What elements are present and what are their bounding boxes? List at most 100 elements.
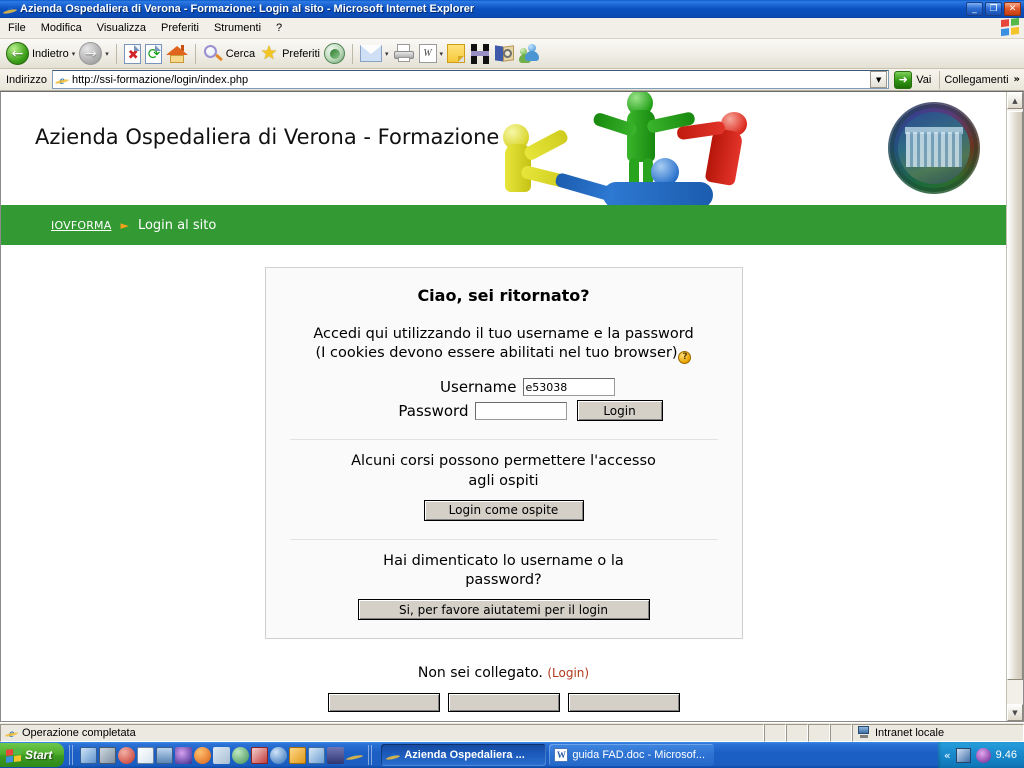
ql-clock-icon[interactable] (289, 746, 307, 764)
print-button[interactable] (391, 41, 417, 67)
task-button-browser[interactable]: e Azienda Ospedaliera ... (381, 744, 547, 766)
links-chevron-icon[interactable]: » (1014, 74, 1020, 85)
footer-button-1[interactable] (327, 693, 440, 713)
ql-shield-icon[interactable] (327, 746, 345, 764)
ql-internet-explorer-icon[interactable]: e (346, 747, 363, 764)
breadcrumb-home-link[interactable]: IOVFORMA (51, 219, 111, 232)
edit-dropdown-caret[interactable]: ▾ (440, 50, 444, 58)
menu-help[interactable]: ? (269, 19, 289, 38)
tray-network-icon[interactable] (955, 747, 971, 763)
ql-mail-flag-icon[interactable] (251, 746, 269, 764)
favorites-button[interactable]: ★ Preferiti (257, 41, 322, 67)
footer-login-link[interactable]: (Login) (547, 666, 589, 680)
web-page: Azienda Ospedaliera di Verona - Formazio… (1, 92, 1006, 721)
back-dropdown-caret[interactable]: ▾ (72, 50, 76, 58)
security-zone-cell[interactable]: Intranet locale (852, 723, 1024, 742)
status-pad-2 (786, 723, 808, 742)
username-input[interactable] (522, 378, 615, 397)
menu-strumenti[interactable]: Strumenti (207, 19, 268, 38)
footer-button-2[interactable] (447, 693, 560, 713)
scroll-down-button[interactable]: ▼ (1007, 704, 1023, 721)
window-title: Azienda Ospedaliera di Verona - Formazio… (20, 3, 475, 15)
forgot-password-button[interactable]: Si, per favore aiutatemi per il login (357, 599, 650, 621)
forward-button[interactable]: → ▾ (77, 41, 111, 67)
guest-login-button[interactable]: Login come ospite (423, 499, 584, 521)
tray-clock[interactable]: 9.46 (996, 749, 1017, 761)
stop-button[interactable]: ✖ (122, 41, 143, 67)
go-button[interactable]: ➜ Vai (889, 70, 935, 89)
address-input[interactable]: e http://ssi-formazione/login/index.php … (51, 70, 890, 89)
minimize-button[interactable]: _ (966, 2, 983, 16)
forward-dropdown-caret[interactable]: ▾ (105, 50, 109, 58)
start-button[interactable]: Start (0, 743, 65, 767)
people-circle-graphic (481, 92, 781, 205)
ql-media-icon[interactable] (118, 746, 136, 764)
tray-expand-chevron-icon[interactable]: « (944, 749, 951, 762)
address-separator (939, 70, 941, 89)
ql-show-desktop-icon[interactable] (99, 746, 117, 764)
search-label: Cerca (225, 47, 256, 60)
go-label: Vai (916, 73, 932, 86)
toolbar-separator (115, 43, 117, 64)
menu-visualizza[interactable]: Visualizza (90, 19, 153, 38)
mail-icon (359, 45, 382, 62)
scrollbar-track[interactable] (1007, 109, 1023, 704)
ql-network-icon[interactable] (175, 746, 193, 764)
scroll-up-button[interactable]: ▲ (1007, 92, 1023, 109)
ie-app-icon: e (3, 2, 17, 16)
address-dropdown-button[interactable]: ▼ (870, 71, 888, 88)
menu-modifica[interactable]: Modifica (34, 19, 89, 38)
search-button[interactable]: Cerca (201, 41, 257, 67)
people-icon (519, 44, 540, 63)
ql-c4-icon[interactable] (213, 746, 231, 764)
links-button[interactable]: Collegamenti » (944, 74, 1022, 86)
login-button[interactable]: Login (576, 400, 663, 422)
ql-outlook-icon[interactable] (80, 746, 98, 764)
back-button[interactable]: ← Indietro ▾ (4, 41, 77, 67)
media-button[interactable] (322, 41, 347, 67)
credentials-form: Username Password Login (286, 378, 722, 422)
ql-zone-icon[interactable] (232, 746, 250, 764)
close-button[interactable]: ✕ (1004, 2, 1021, 16)
ql-paint-icon[interactable] (137, 746, 155, 764)
research-button[interactable] (493, 41, 517, 67)
status-bar: e Operazione completata Intranet locale (0, 722, 1024, 742)
ql-sync-icon[interactable] (308, 746, 326, 764)
login-intro-line2: (I cookies devono essere abilitati nel t… (315, 345, 678, 362)
task-button-word[interactable]: W guida FAD.doc - Microsof... (549, 744, 715, 766)
back-arrow-icon: ← (6, 42, 29, 65)
home-button[interactable] (164, 41, 190, 67)
notes-button[interactable] (445, 41, 467, 67)
ql-firefox-icon[interactable] (194, 746, 212, 764)
help-icon[interactable]: ? (678, 351, 692, 365)
address-bar: Indirizzo e http://ssi-formazione/login/… (0, 69, 1024, 91)
menu-file[interactable]: File (1, 19, 33, 38)
scrollbar-thumb[interactable] (1007, 111, 1023, 680)
messenger-button[interactable] (517, 41, 542, 67)
vertical-scrollbar[interactable]: ▲ ▼ (1006, 92, 1023, 721)
go-arrow-icon: ➜ (894, 70, 913, 89)
mail-dropdown-caret[interactable]: ▾ (385, 50, 389, 58)
site-header: Azienda Ospedaliera di Verona - Formazio… (1, 92, 1006, 205)
h-toolbar-button[interactable] (467, 41, 493, 67)
taskbar-grip-1[interactable] (69, 745, 76, 765)
back-label: Indietro (32, 47, 69, 60)
forgot-section-text: Hai dimenticato lo username o la passwor… (286, 552, 722, 591)
password-input[interactable] (474, 401, 567, 420)
status-pad-1 (764, 723, 786, 742)
password-label: Password (398, 401, 469, 420)
tray-antivirus-icon[interactable] (975, 747, 991, 763)
taskbar-grip-2[interactable] (368, 745, 375, 765)
username-row: Username (286, 378, 722, 397)
task-list: e Azienda Ospedaliera ... W guida FAD.do… (377, 744, 938, 766)
footer-button-3[interactable] (567, 693, 680, 713)
menu-preferiti[interactable]: Preferiti (154, 19, 206, 38)
ql-player-icon[interactable] (270, 746, 288, 764)
username-label: Username (440, 378, 517, 397)
edit-word-button[interactable]: W ▾ (417, 41, 446, 67)
refresh-button[interactable]: ⟳ (143, 41, 164, 67)
ql-monitor-icon[interactable] (156, 746, 174, 764)
mail-button[interactable]: ▾ (358, 41, 391, 67)
restore-button[interactable]: ❐ (985, 2, 1002, 16)
windows-logo-icon (1001, 17, 1021, 37)
